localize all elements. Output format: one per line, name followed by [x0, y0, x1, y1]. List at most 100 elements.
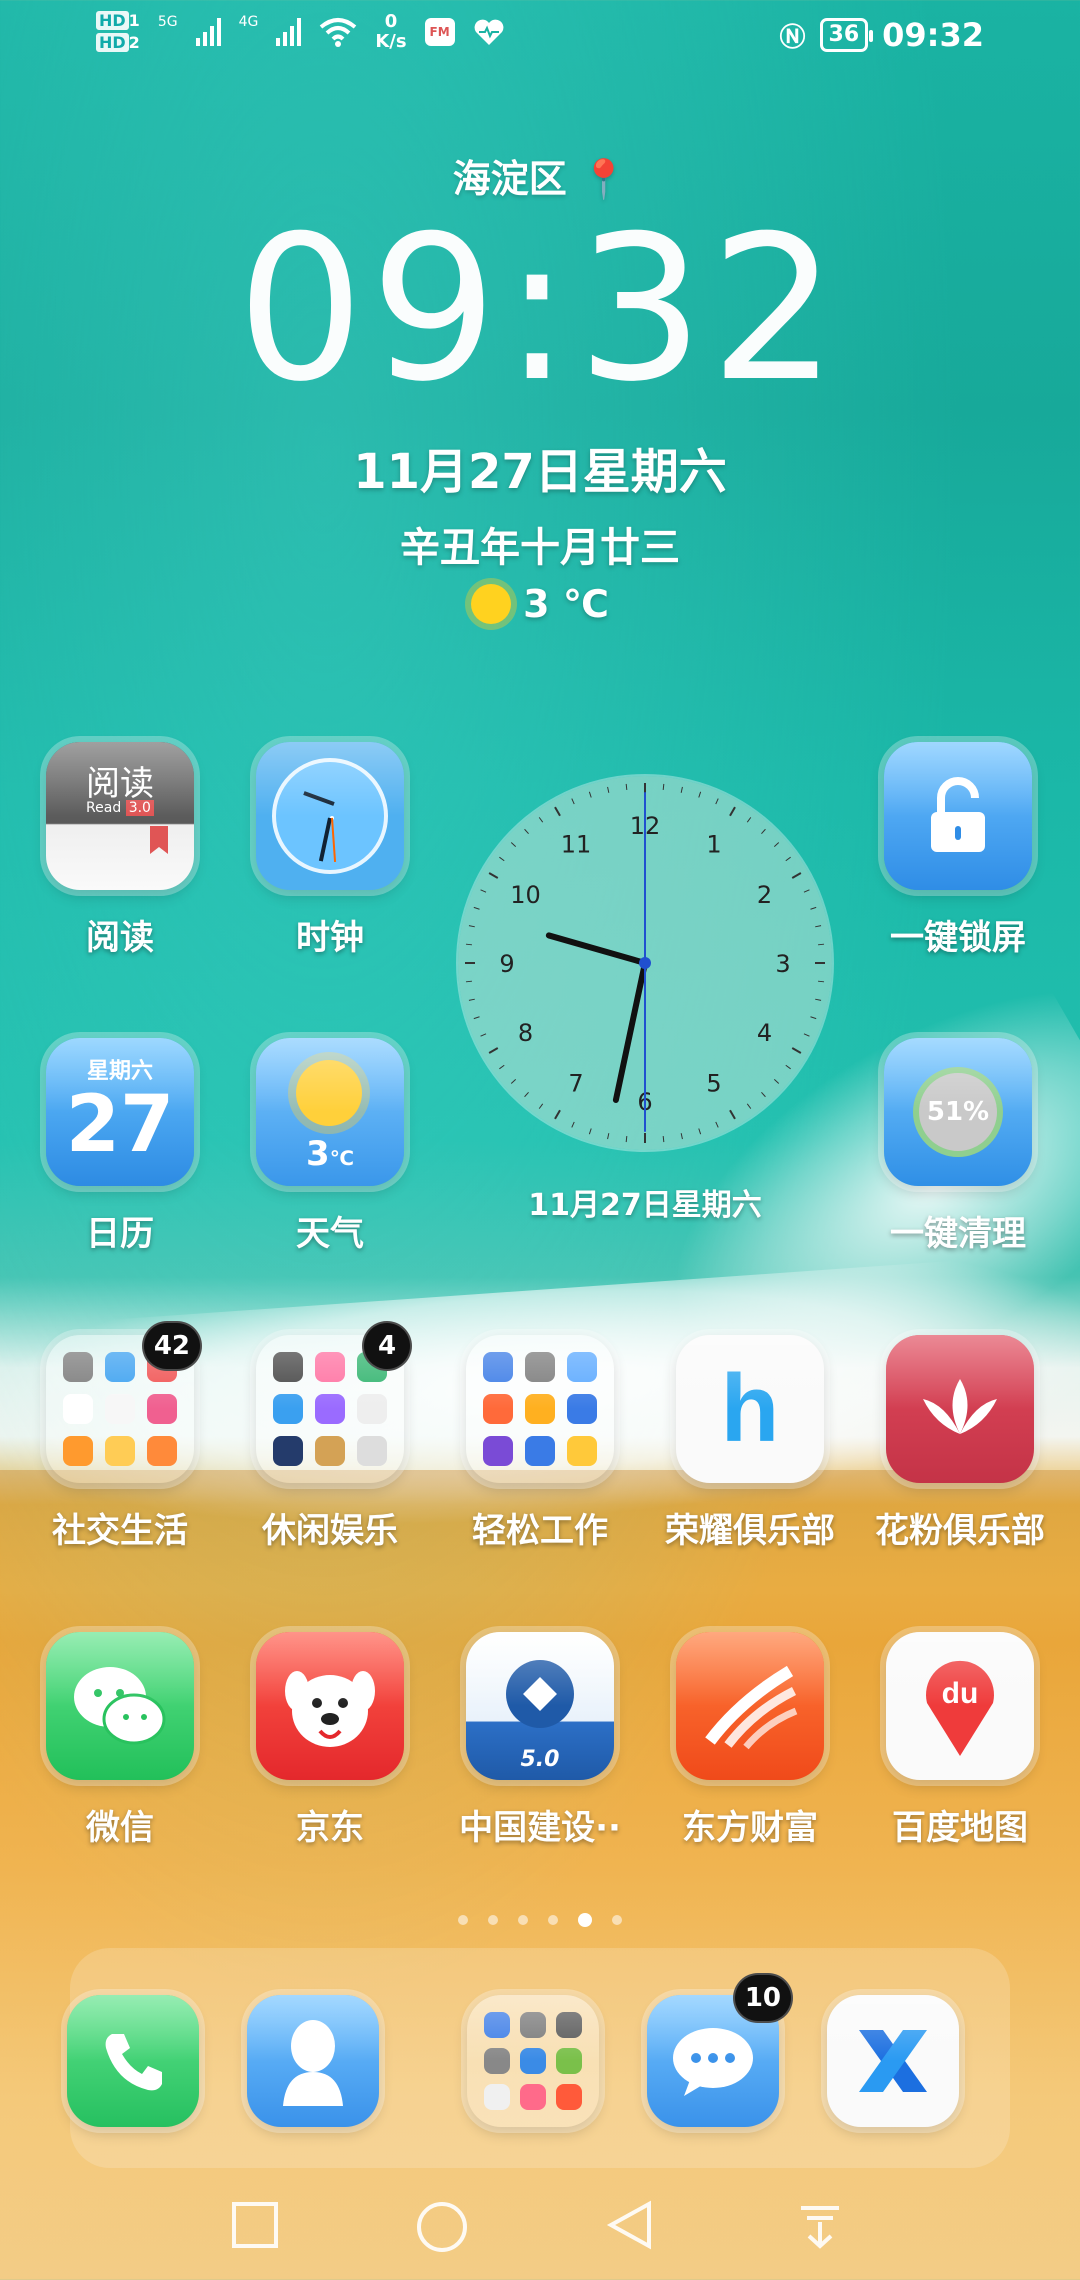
page-dot[interactable] [458, 1915, 468, 1925]
clock-tick [680, 786, 683, 793]
clock-tick [554, 806, 561, 817]
app-honor-club[interactable]: h 荣耀俱乐部 [650, 1335, 850, 1552]
clock-tick [815, 998, 822, 1001]
clock-tick [524, 1091, 529, 1098]
hd2-label: HD [96, 33, 129, 52]
cleanup-percent: 51% [926, 1097, 990, 1127]
home-icon[interactable] [415, 2200, 469, 2254]
clock-tick [465, 980, 473, 983]
app-label: 时钟 [296, 918, 364, 958]
dock-phone[interactable] [33, 1995, 233, 2127]
notification-pulldown-icon[interactable] [795, 2200, 845, 2250]
page-dot[interactable] [578, 1913, 592, 1927]
clock-tick [571, 1121, 575, 1128]
clock-tick [817, 943, 825, 946]
cleanup-icon: 51% [884, 1038, 1032, 1186]
baidu-mark: du [942, 1677, 979, 1710]
app-clock[interactable]: 时钟 [230, 742, 430, 959]
clock-tick [499, 1064, 505, 1070]
folder-entertainment[interactable]: 4 休闲娱乐 [230, 1321, 430, 1552]
clock-tick [773, 1079, 780, 1084]
analog-clock-date: 11月27日星期六 [528, 1188, 762, 1223]
temperature-text: 3 ℃ [523, 582, 609, 626]
hd-indicator: HD 1 HD 2 [96, 10, 140, 54]
clock-tick [761, 828, 766, 835]
app-ccb[interactable]: 5.0 中国建设·· [440, 1632, 640, 1849]
clock-tick [803, 889, 810, 893]
app-label: 百度地图 [892, 1808, 1028, 1848]
page-dot[interactable] [518, 1915, 528, 1925]
clock-number: 8 [518, 1019, 533, 1047]
app-label: 阅读 [86, 918, 154, 958]
app-baidu-map[interactable]: du 百度地图 [860, 1632, 1060, 1849]
app-huafen-club[interactable]: 花粉俱乐部 [860, 1335, 1060, 1552]
weather-summary[interactable]: 3 ℃ [0, 582, 1080, 626]
clock-number: 7 [568, 1070, 583, 1098]
app-label: 日历 [86, 1214, 154, 1254]
signal-icon [195, 18, 221, 46]
app-read[interactable]: 阅读 Read 3.0 阅读 [20, 742, 220, 959]
hd1-label: HD [96, 11, 129, 30]
app-weather[interactable]: 3℃ 天气 [230, 1038, 430, 1255]
clock-tick [571, 798, 575, 805]
clock-tick [588, 1128, 592, 1135]
calendar-icon: 星期六 27 [46, 1038, 194, 1186]
clock-tick [773, 842, 780, 847]
clock-tick [625, 1135, 628, 1143]
clock-tick [698, 791, 702, 798]
clock-number: 4 [757, 1019, 772, 1047]
dock-folder[interactable] [433, 1995, 633, 2127]
clock-minutes: 32 [576, 193, 844, 426]
app-jd[interactable]: 京东 [230, 1632, 430, 1849]
app-wechat[interactable]: 微信 [20, 1632, 220, 1849]
health-heart-icon [474, 19, 503, 45]
app-label: 天气 [296, 1214, 364, 1254]
clock-icon [256, 742, 404, 890]
clock-tick [473, 1016, 480, 1020]
page-dot[interactable] [548, 1915, 558, 1925]
analog-clock-widget[interactable]: 121234567891011 [458, 776, 832, 1150]
clock-tick [785, 1064, 791, 1070]
sun-icon [471, 584, 512, 624]
weather-temp: 3 [306, 1134, 330, 1174]
app-label: 花粉俱乐部 [875, 1511, 1045, 1551]
folder-icon [467, 1995, 599, 2127]
page-dot[interactable] [612, 1915, 622, 1925]
clock-tick [817, 980, 825, 983]
dock-browser[interactable] [793, 1995, 993, 2127]
calendar-weekday: 星期六 [86, 1059, 153, 1084]
back-icon[interactable] [605, 2200, 655, 2250]
battery-indicator: 36 [819, 18, 873, 52]
phone-icon [67, 1995, 199, 2127]
net1-label: 5G [157, 14, 178, 30]
app-calendar[interactable]: 星期六 27 日历 [20, 1038, 220, 1255]
page-dot[interactable] [488, 1915, 498, 1925]
widget-date: 11月27日星期六 [353, 444, 727, 500]
recent-apps-icon[interactable] [230, 2200, 280, 2250]
app-eastmoney[interactable]: 东方财富 [650, 1632, 850, 1849]
eastmoney-icon [676, 1632, 824, 1780]
notification-badge: 4 [362, 1321, 412, 1371]
app-cleanup[interactable]: 51% 一键清理 [858, 1038, 1058, 1255]
clock-tick [791, 872, 802, 879]
notification-badge: 10 [732, 1973, 793, 2023]
ccb-version: 5.0 [520, 1747, 560, 1772]
app-lock-screen[interactable]: 一键锁屏 [858, 742, 1058, 959]
folder-social[interactable]: 42 社交生活 [20, 1321, 220, 1552]
speed-value: 0 [384, 11, 398, 32]
app-label: 一键锁屏 [890, 918, 1026, 958]
page-indicator[interactable] [0, 1913, 1080, 1927]
dock-contacts[interactable] [213, 1995, 413, 2127]
analog-clock-face: 121234567891011 [465, 783, 825, 1143]
clock-number: 2 [757, 881, 772, 909]
net-speed: 0 K/s [375, 12, 406, 52]
jd-icon [256, 1632, 404, 1780]
big-clock[interactable]: 09:32 [0, 205, 1080, 415]
clock-tick [538, 817, 544, 823]
clock-tick [510, 1079, 517, 1084]
folder-work[interactable]: 轻松工作 [440, 1335, 640, 1552]
app-label: 休闲娱乐 [262, 1511, 398, 1551]
dock-messages[interactable]: 10 [613, 1973, 813, 2127]
clock-tick [729, 806, 736, 817]
clock-tick [524, 828, 529, 835]
